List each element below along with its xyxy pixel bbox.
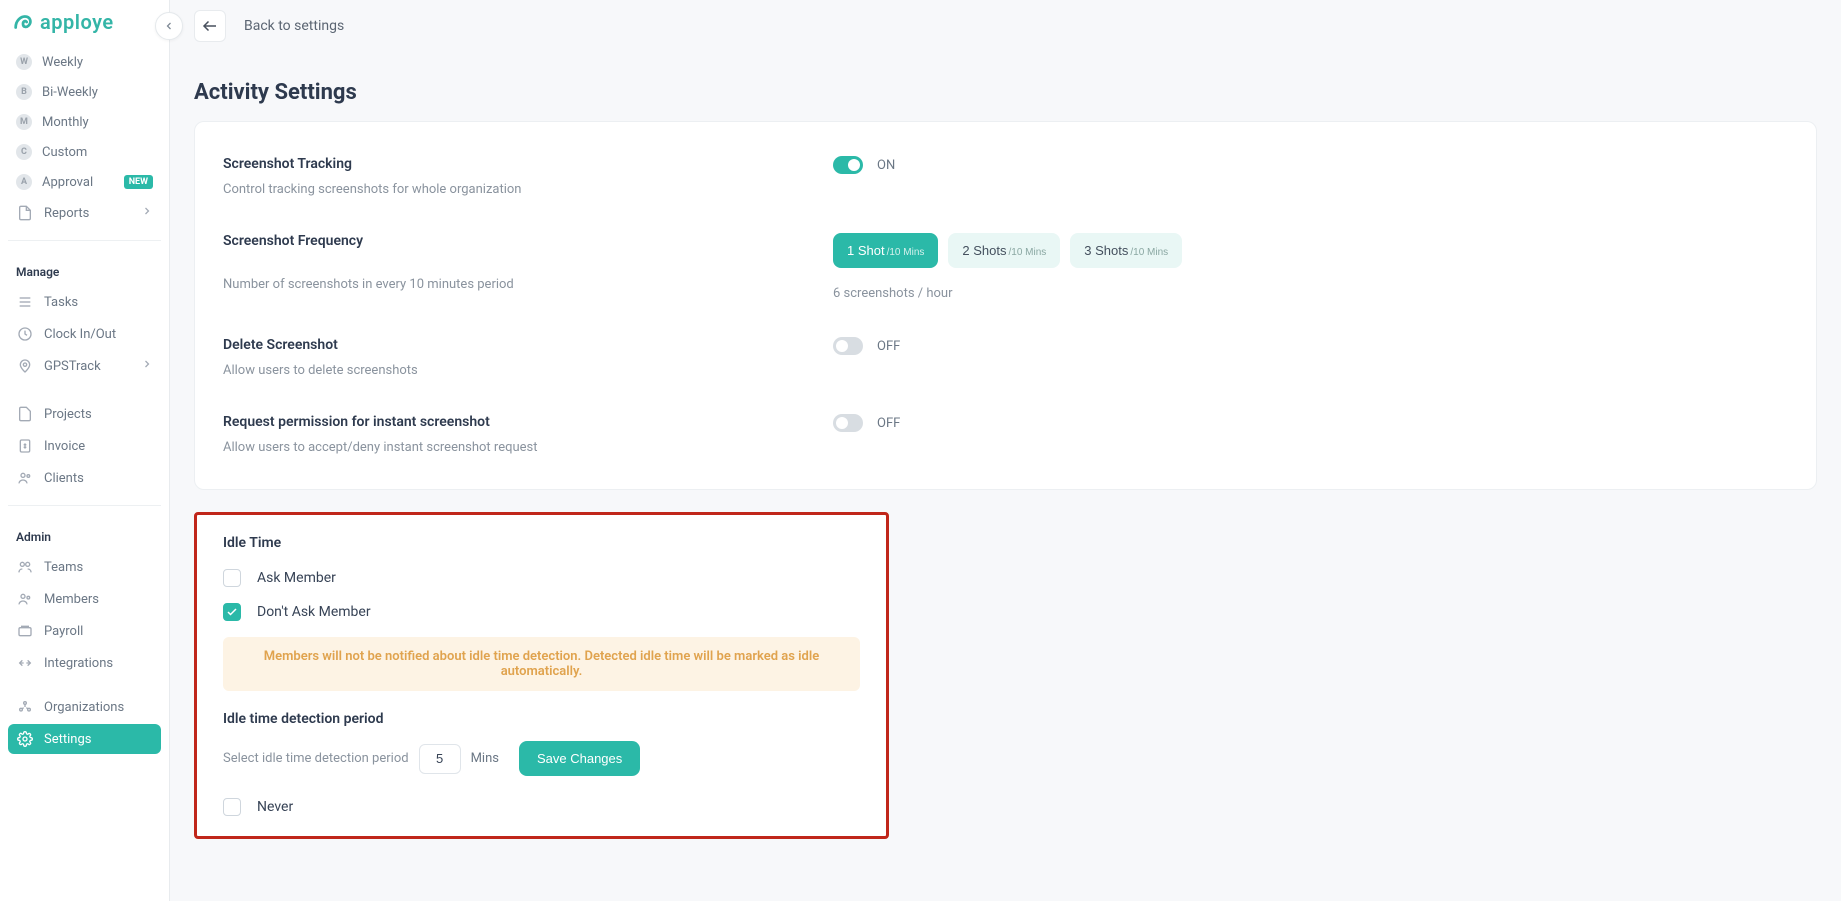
sidebar-item-tasks[interactable]: Tasks xyxy=(8,287,161,317)
frequency-note: 6 screenshots / hour xyxy=(833,286,1182,301)
gear-icon xyxy=(16,730,34,748)
monthly-icon: M xyxy=(16,114,32,130)
sidebar-item-settings[interactable]: Settings xyxy=(8,724,161,754)
toggle-state-label: OFF xyxy=(877,339,900,354)
ask-member-label: Ask Member xyxy=(257,570,336,586)
clock-icon xyxy=(16,325,34,343)
setting-title: Delete Screenshot xyxy=(223,337,823,353)
chevron-right-icon xyxy=(141,358,153,374)
freq-option-3[interactable]: 3 Shots/10 Mins xyxy=(1070,233,1182,268)
sidebar-section-manage: Manage xyxy=(8,253,161,285)
organizations-icon xyxy=(16,698,34,716)
screenshot-tracking-row: Screenshot Tracking Control tracking scr… xyxy=(223,144,1788,209)
toggle-state-label: OFF xyxy=(877,416,900,431)
custom-icon: C xyxy=(16,144,32,160)
main-content: Back to settings Activity Settings Scree… xyxy=(170,0,1841,901)
sidebar: apploye W Weekly B Bi-Weekly M Monthly C… xyxy=(0,0,170,901)
instant-toggle[interactable] xyxy=(833,414,863,432)
ask-member-row: Ask Member xyxy=(223,569,860,587)
idle-time-card: Idle Time Ask Member Don't Ask Member Me… xyxy=(194,512,889,839)
detection-title: Idle time detection period xyxy=(223,711,860,727)
sidebar-item-gpstrack[interactable]: GPSTrack xyxy=(8,351,161,381)
instant-permission-row: Request permission for instant screensho… xyxy=(223,402,1788,467)
biweekly-icon: B xyxy=(16,84,32,100)
activity-settings-card: Screenshot Tracking Control tracking scr… xyxy=(194,121,1817,490)
frequency-row: Screenshot Frequency Number of screensho… xyxy=(223,221,1788,313)
setting-desc: Control tracking screenshots for whole o… xyxy=(223,182,823,197)
setting-title: Screenshot Frequency xyxy=(223,233,823,249)
chevron-left-icon xyxy=(163,20,175,32)
mins-label: Mins xyxy=(471,751,499,766)
sidebar-item-payroll[interactable]: Payroll xyxy=(8,616,161,646)
idle-notice: Members will not be notified about idle … xyxy=(223,637,860,691)
sidebar-collapse-button[interactable] xyxy=(155,12,183,40)
teams-icon xyxy=(16,558,34,576)
logo-text: apploye xyxy=(40,10,114,34)
never-checkbox[interactable] xyxy=(223,798,241,816)
topbar: Back to settings xyxy=(170,0,1841,52)
dont-ask-member-checkbox[interactable] xyxy=(223,603,241,621)
clients-icon xyxy=(16,469,34,487)
dont-ask-member-label: Don't Ask Member xyxy=(257,604,371,620)
detection-row: Select idle time detection period Mins S… xyxy=(223,741,860,776)
approval-icon: A xyxy=(16,174,32,190)
setting-title: Request permission for instant screensho… xyxy=(223,414,823,430)
setting-desc: Allow users to delete screenshots xyxy=(223,363,823,378)
check-icon xyxy=(226,606,238,618)
sidebar-item-clock[interactable]: Clock In/Out xyxy=(8,319,161,349)
sidebar-item-reports[interactable]: Reports xyxy=(8,198,161,228)
reports-icon xyxy=(16,204,34,222)
logo-icon xyxy=(12,11,34,33)
logo: apploye xyxy=(12,10,114,34)
delete-toggle[interactable] xyxy=(833,337,863,355)
sidebar-item-invoice[interactable]: Invoice xyxy=(8,431,161,461)
dont-ask-member-row: Don't Ask Member xyxy=(223,603,860,621)
sidebar-item-members[interactable]: Members xyxy=(8,584,161,614)
integrations-icon xyxy=(16,654,34,672)
never-row: Never xyxy=(223,798,860,816)
setting-desc: Allow users to accept/deny instant scree… xyxy=(223,440,823,455)
idle-time-title: Idle Time xyxy=(223,535,860,551)
chevron-right-icon xyxy=(141,205,153,221)
page-title: Activity Settings xyxy=(194,80,1817,105)
sidebar-item-projects[interactable]: Projects xyxy=(8,399,161,429)
sidebar-item-integrations[interactable]: Integrations xyxy=(8,648,161,678)
sidebar-item-approval[interactable]: A Approval NEW xyxy=(8,168,161,196)
sidebar-section-admin: Admin xyxy=(8,518,161,550)
payroll-icon xyxy=(16,622,34,640)
sidebar-item-teams[interactable]: Teams xyxy=(8,552,161,582)
sidebar-item-weekly[interactable]: W Weekly xyxy=(8,48,161,76)
sidebar-item-monthly[interactable]: M Monthly xyxy=(8,108,161,136)
sidebar-item-biweekly[interactable]: B Bi-Weekly xyxy=(8,78,161,106)
toggle-state-label: ON xyxy=(877,158,895,173)
back-button[interactable] xyxy=(194,10,226,42)
sidebar-item-organizations[interactable]: Organizations xyxy=(8,692,161,722)
weekly-icon: W xyxy=(16,54,32,70)
projects-icon xyxy=(16,405,34,423)
ask-member-checkbox[interactable] xyxy=(223,569,241,587)
sidebar-item-clients[interactable]: Clients xyxy=(8,463,161,493)
detection-label: Select idle time detection period xyxy=(223,751,409,766)
back-label: Back to settings xyxy=(244,18,344,34)
setting-desc: Number of screenshots in every 10 minute… xyxy=(223,277,823,292)
never-label: Never xyxy=(257,799,293,815)
save-changes-button[interactable]: Save Changes xyxy=(519,741,640,776)
sidebar-item-custom[interactable]: C Custom xyxy=(8,138,161,166)
delete-screenshot-row: Delete Screenshot Allow users to delete … xyxy=(223,325,1788,390)
members-icon xyxy=(16,590,34,608)
invoice-icon xyxy=(16,437,34,455)
setting-title: Screenshot Tracking xyxy=(223,156,823,172)
freq-option-2[interactable]: 2 Shots/10 Mins xyxy=(948,233,1060,268)
tracking-toggle[interactable] xyxy=(833,156,863,174)
frequency-segmented: 1 Shot/10 Mins 2 Shots/10 Mins 3 Shots/1… xyxy=(833,233,1182,268)
new-badge: NEW xyxy=(124,175,153,189)
arrow-left-icon xyxy=(201,17,219,35)
minutes-input[interactable] xyxy=(419,744,461,774)
freq-option-1[interactable]: 1 Shot/10 Mins xyxy=(833,233,938,268)
tasks-icon xyxy=(16,293,34,311)
gps-icon xyxy=(16,357,34,375)
